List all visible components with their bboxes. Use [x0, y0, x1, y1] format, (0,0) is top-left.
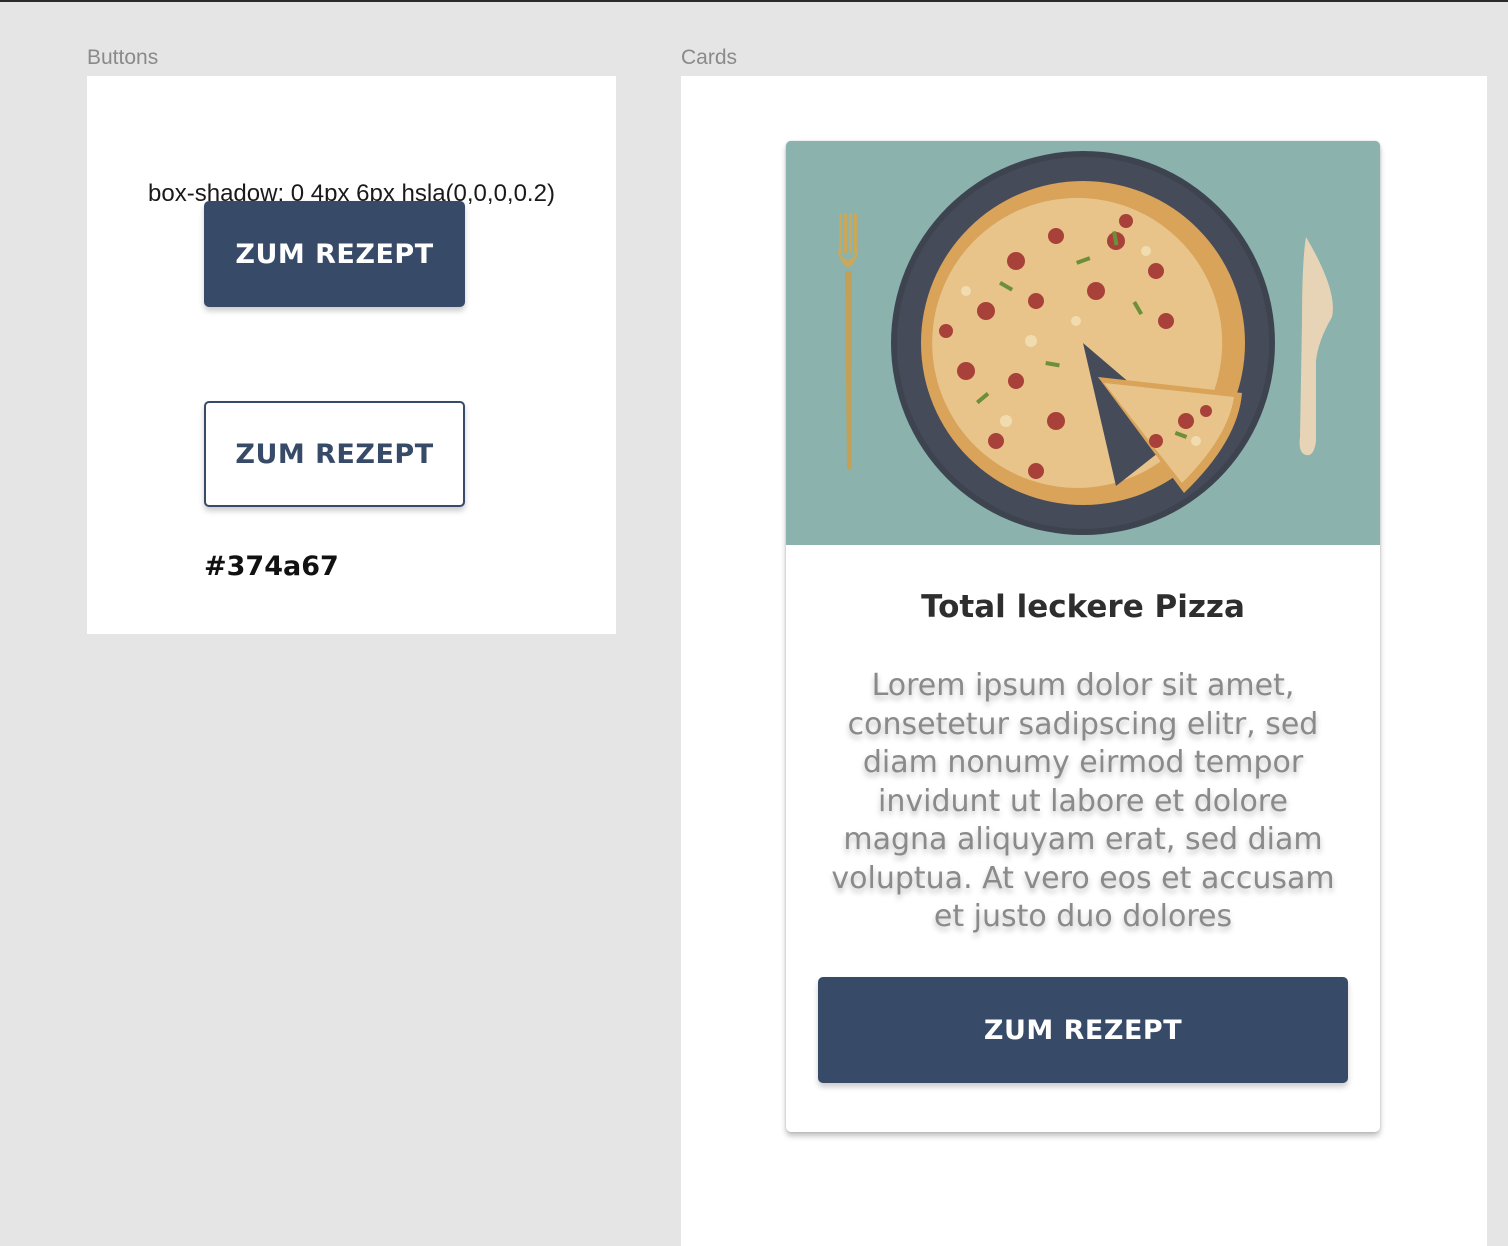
card-title: Total leckere Pizza [921, 589, 1245, 625]
outline-button[interactable]: ZUM REZEPT [204, 401, 465, 507]
buttons-frame-label: Buttons [87, 46, 159, 69]
card-description: Lorem ipsum dolor sit amet, consetetur s… [831, 668, 1335, 934]
card-recipe-button[interactable]: ZUM REZEPT [818, 977, 1348, 1083]
primary-button[interactable]: ZUM REZEPT [204, 201, 465, 307]
pizza-image [786, 141, 1380, 545]
cards-frame-label: Cards [681, 46, 738, 69]
buttons-frame: box-shadow: 0 4px 6px hsla(0,0,0,0.2) ZU… [87, 76, 616, 634]
cards-frame: Total leckere Pizza Lorem ipsum dolor si… [681, 76, 1487, 1246]
recipe-card: Total leckere Pizza Lorem ipsum dolor si… [786, 141, 1380, 1132]
color-hex-label: #374a67 [204, 551, 339, 582]
top-border [0, 0, 1508, 2]
